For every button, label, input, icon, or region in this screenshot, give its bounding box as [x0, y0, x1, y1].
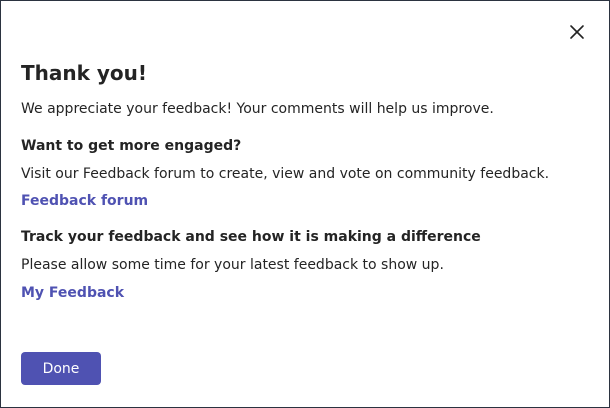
engage-text: Visit our Feedback forum to create, view…	[21, 166, 550, 182]
my-feedback-link[interactable]: My Feedback	[21, 284, 124, 302]
dialog-title: Thank you!	[21, 61, 148, 85]
done-button[interactable]: Done	[21, 352, 101, 385]
feedback-forum-link[interactable]: Feedback forum	[21, 192, 148, 210]
close-icon	[570, 25, 584, 39]
track-heading: Track your feedback and see how it is ma…	[21, 229, 481, 245]
intro-text: We appreciate your feedback! Your commen…	[21, 101, 494, 117]
track-text: Please allow some time for your latest f…	[21, 257, 444, 273]
close-button[interactable]	[566, 21, 588, 43]
feedback-dialog: Thank you! We appreciate your feedback! …	[0, 0, 610, 408]
engage-heading: Want to get more engaged?	[21, 138, 242, 154]
